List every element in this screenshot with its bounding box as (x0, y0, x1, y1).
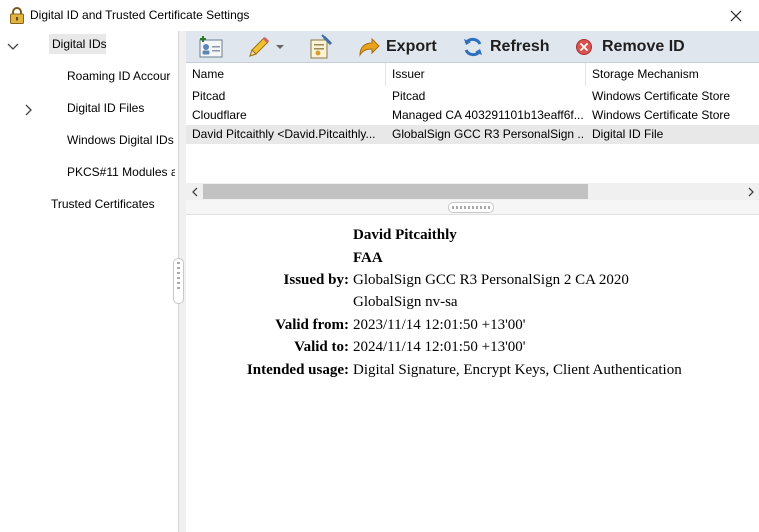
column-header-storage[interactable]: Storage Mechanism (585, 63, 759, 86)
export-arrow-icon (359, 37, 380, 57)
detail-org-row: FAA (186, 250, 759, 272)
table-header: Name Issuer Storage Mechanism (186, 63, 759, 86)
tree-item-digital-ids[interactable]: Digital IDs (49, 34, 106, 54)
pencil-icon (249, 36, 270, 57)
valid-to-value: 2024/11/14 12:01:50 +13'00' (353, 339, 526, 355)
cell-issuer: Managed CA 403291101b13eaff6f... (392, 108, 584, 122)
add-id-button[interactable] (197, 34, 227, 60)
tree-item-label: Digital IDs (52, 37, 106, 51)
splitter-grip[interactable] (173, 258, 184, 304)
tree-item-label: Trusted Certificates (51, 197, 155, 211)
cell-storage: Windows Certificate Store (592, 89, 731, 103)
toolbar: Export Refresh Remove ID (186, 31, 759, 63)
detail-name-row: David Pitcaithly (186, 227, 759, 249)
cell-storage: Windows Certificate Store (592, 108, 731, 122)
edit-button[interactable] (247, 34, 287, 60)
cell-name: Cloudflare (192, 108, 247, 122)
horizontal-scrollbar[interactable] (186, 183, 759, 200)
remove-id-button[interactable]: Remove ID (575, 34, 685, 60)
add-id-icon (199, 36, 223, 58)
detail-valid-from-row: Valid from: 2023/11/14 12:01:50 +13'00' (186, 317, 759, 339)
chevron-down-icon[interactable] (6, 40, 20, 54)
remove-icon (576, 39, 592, 55)
table-row[interactable]: Pitcad Pitcad Windows Certificate Store (186, 87, 759, 106)
valid-from-label: Valid from: (275, 317, 349, 333)
valid-from-value: 2023/11/14 12:01:50 +13'00' (353, 317, 526, 333)
title-bar: Digital ID and Trusted Certificate Setti… (0, 0, 759, 31)
digital-id-table: Name Issuer Storage Mechanism Pitcad Pit… (186, 63, 759, 183)
intended-usage-label: Intended usage: (246, 362, 349, 378)
cell-name: Pitcad (192, 89, 226, 103)
chevron-left-icon (191, 187, 197, 196)
scroll-left-button[interactable] (186, 183, 203, 200)
tree-item-windows-digital-ids[interactable]: Windows Digital IDs (67, 130, 175, 150)
tree-item-label: Windows Digital IDs (67, 133, 174, 147)
cell-name: David Pitcaithly <David.Pitcaithly... (192, 127, 376, 141)
tree-item-trusted-certificates[interactable]: Trusted Certificates (51, 194, 175, 214)
chevron-down-icon (276, 45, 284, 49)
cell-issuer: GlobalSign GCC R3 PersonalSign ... (392, 127, 585, 141)
close-icon (730, 10, 742, 21)
cell-storage: Digital ID File (592, 127, 664, 141)
detail-valid-to-row: Valid to: 2024/11/14 12:01:50 +13'00' (186, 339, 759, 361)
tree-item-label: Digital ID Files (67, 101, 145, 115)
intended-usage-value: Digital Signature, Encrypt Keys, Client … (353, 362, 682, 378)
detail-usage-row: Intended usage: Digital Signature, Encry… (186, 362, 759, 384)
issued-by-value: GlobalSign GCC R3 PersonalSign 2 CA 2020 (353, 272, 629, 288)
valid-to-label: Valid to: (294, 339, 349, 355)
refresh-icon (464, 37, 482, 57)
category-tree: Digital IDs Roaming ID Accour Digital ID… (0, 31, 178, 532)
detail-name: David Pitcaithly (353, 227, 457, 243)
certificate-details-icon (310, 34, 333, 59)
table-row[interactable]: Cloudflare Managed CA 403291101b13eaff6f… (186, 106, 759, 125)
chevron-right-icon (748, 187, 754, 196)
column-header-issuer[interactable]: Issuer (385, 63, 585, 86)
splitter-grip[interactable] (448, 202, 494, 213)
close-button[interactable] (713, 0, 759, 31)
certificate-details-button[interactable] (307, 34, 337, 60)
issued-by-label: Issued by: (283, 272, 349, 288)
export-button[interactable]: Export (358, 34, 437, 60)
detail-org: FAA (353, 250, 383, 266)
horizontal-splitter[interactable] (186, 200, 759, 215)
column-header-name[interactable]: Name (186, 63, 385, 86)
detail-issued-by-row: Issued by: GlobalSign GCC R3 PersonalSig… (186, 272, 759, 294)
window-title: Digital ID and Trusted Certificate Setti… (30, 8, 250, 22)
refresh-button[interactable]: Refresh (462, 34, 550, 60)
remove-id-label: Remove ID (602, 38, 685, 55)
tree-item-label: Roaming ID Accour (67, 69, 171, 83)
scroll-right-button[interactable] (742, 183, 759, 200)
tree-item-label: PKCS#11 Modules a (67, 165, 175, 179)
table-row-selected[interactable]: David Pitcaithly <David.Pitcaithly... Gl… (186, 125, 759, 144)
detail-issued-by-org-row: GlobalSign nv-sa (186, 294, 759, 316)
refresh-label: Refresh (490, 38, 550, 55)
tree-item-roaming-id-accounts[interactable]: Roaming ID Accour (67, 66, 175, 86)
tree-item-pkcs11-modules[interactable]: PKCS#11 Modules a (67, 162, 175, 182)
certificate-details: David Pitcaithly FAA Issued by: GlobalSi… (186, 215, 759, 532)
lock-icon (10, 7, 24, 24)
tree-item-digital-id-files[interactable]: Digital ID Files (67, 98, 175, 118)
export-label: Export (386, 38, 437, 55)
issued-by-org-value: GlobalSign nv-sa (353, 294, 458, 310)
chevron-right-icon[interactable] (22, 103, 36, 117)
scrollbar-thumb[interactable] (203, 184, 588, 199)
cell-issuer: Pitcad (392, 89, 426, 103)
